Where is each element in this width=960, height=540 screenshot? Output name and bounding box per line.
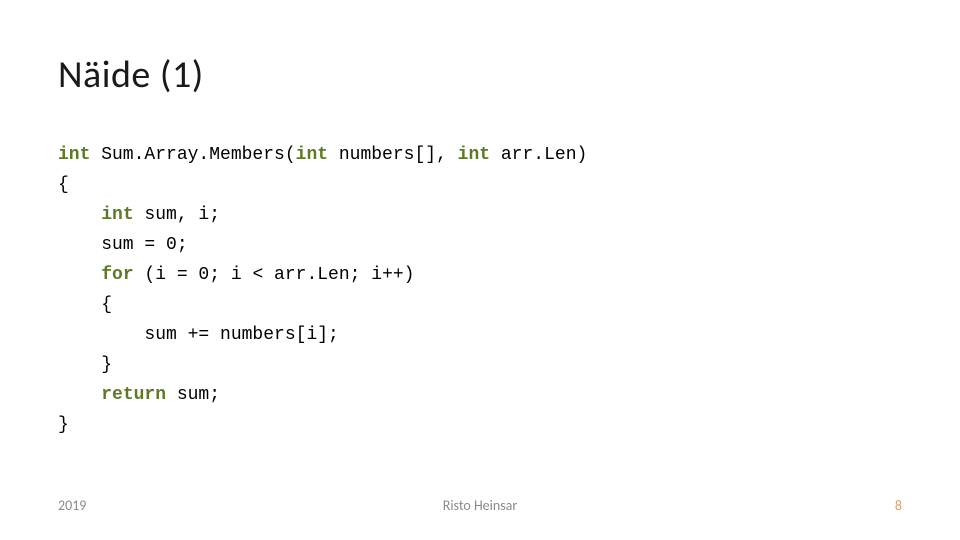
code-text: (i = 0; i < arr.Len; i++) <box>134 265 415 285</box>
code-text: sum; <box>166 385 220 405</box>
keyword-for: for <box>101 265 133 285</box>
code-indent <box>58 205 101 225</box>
code-text: sum += numbers[i]; <box>58 325 339 345</box>
code-text: sum, i; <box>134 205 220 225</box>
keyword-int: int <box>101 205 133 225</box>
slide-title: Näide (1) <box>58 52 204 98</box>
code-text: { <box>58 295 112 315</box>
keyword-int: int <box>458 145 490 165</box>
slide: Näide (1) int Sum.Array.Members(int numb… <box>0 0 960 540</box>
code-text: { <box>58 175 69 195</box>
code-text: } <box>58 415 69 435</box>
keyword-int: int <box>58 145 90 165</box>
code-indent <box>58 385 101 405</box>
code-block: int Sum.Array.Members(int numbers[], int… <box>58 140 587 440</box>
code-text: Sum.Array.Members( <box>90 145 295 165</box>
keyword-int: int <box>296 145 328 165</box>
code-text: arr.Len) <box>490 145 587 165</box>
code-text: } <box>58 355 112 375</box>
code-text: sum = 0; <box>58 235 188 255</box>
footer-author: Risto Heinsar <box>0 497 960 514</box>
footer-page-number: 8 <box>895 497 902 514</box>
code-indent <box>58 265 101 285</box>
keyword-return: return <box>101 385 166 405</box>
code-text: numbers[], <box>328 145 458 165</box>
